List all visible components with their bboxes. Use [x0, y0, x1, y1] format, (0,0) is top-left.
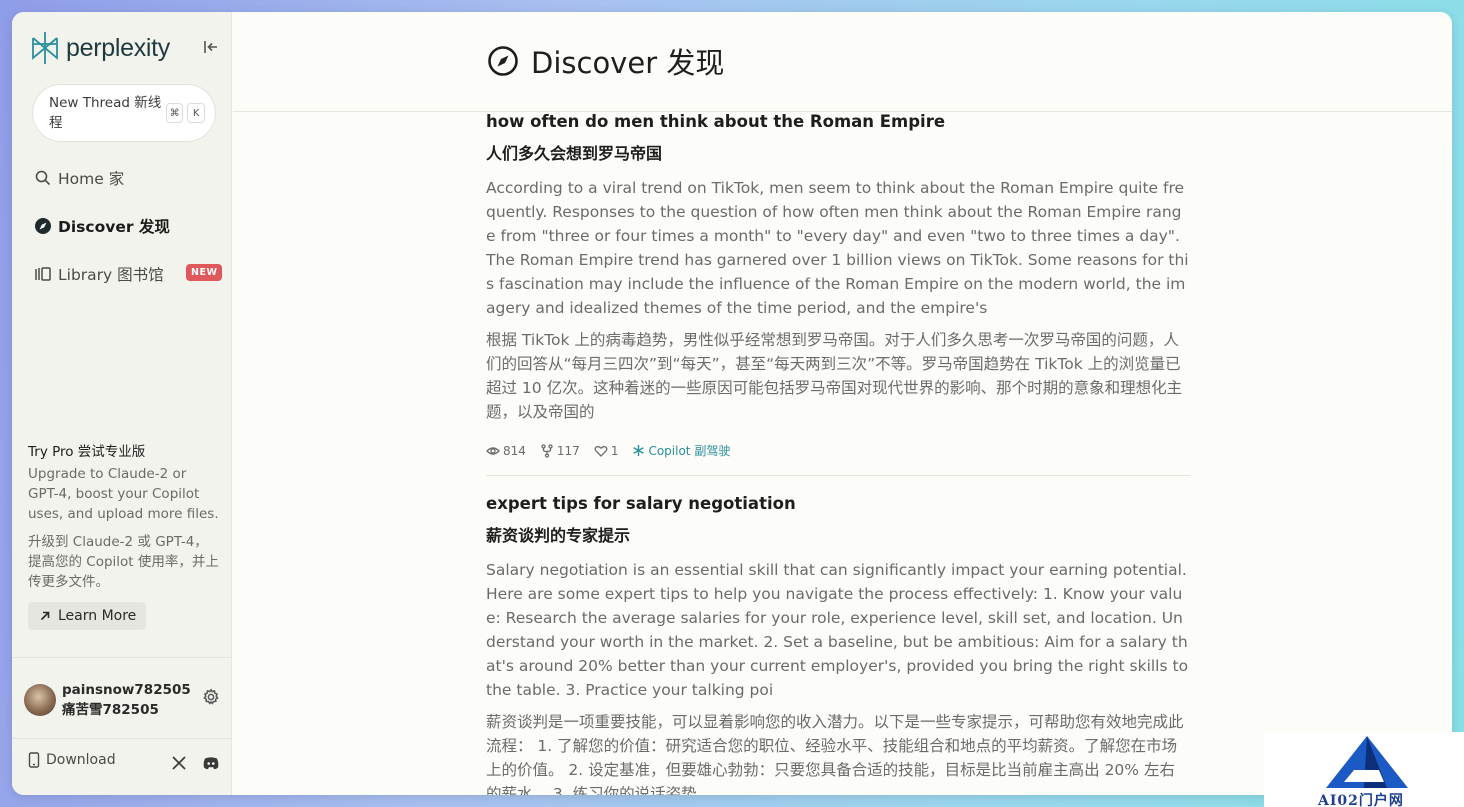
card-title-zh: 薪资谈判的专家提示 [486, 526, 631, 545]
forks-count: 117 [556, 443, 580, 458]
app-name: perplexity [66, 33, 170, 62]
avatar [24, 684, 56, 716]
arrow-up-right-icon [40, 611, 50, 621]
collapse-sidebar-icon[interactable] [202, 38, 220, 56]
page-title: Discover 发现 [487, 40, 724, 82]
watermark-logo-icon [1326, 736, 1408, 788]
sidebar-item-home[interactable]: Home 家 [34, 166, 124, 190]
new-badge: NEW [186, 264, 223, 281]
likes-stat[interactable]: 1 [594, 443, 619, 458]
card-summary-zh: 薪资谈判是一项重要技能，可以显着影响您的收入潜力。以下是一些专家提示，可帮助您有… [486, 713, 1184, 795]
promo-title: Try Pro 尝试专业版 [28, 444, 146, 460]
new-thread-label: New Thread 新线程 [49, 95, 162, 131]
perplexity-logo-icon [32, 32, 58, 64]
sidebar-item-label: Discover 发现 [58, 218, 170, 236]
app-window: perplexity New Thread 新线程 ⌘ K Home 家 Dis… [12, 12, 1452, 795]
user-name: painsnow782505 痛苦雪782505 [62, 682, 191, 718]
views-count: 814 [503, 443, 526, 458]
main-content: Discover 发现 how often do men think about… [233, 12, 1452, 795]
card-summary-en: According to a viral trend on TikTok, me… [486, 179, 1189, 317]
page-header: Discover 发现 [233, 12, 1452, 112]
card-summary-zh: 根据 TikTok 上的病毒趋势，男性似乎经常想到罗马帝国。对于人们多久思考一次… [486, 331, 1183, 421]
copilot-asterisk-icon [633, 444, 645, 457]
x-twitter-icon[interactable] [170, 754, 188, 772]
library-icon [35, 267, 51, 281]
mobile-icon [28, 752, 40, 768]
sidebar-item-discover[interactable]: Discover 发现 [34, 214, 170, 238]
feed-card[interactable]: expert tips for salary negotiation 薪资谈判的… [486, 494, 1190, 795]
discord-icon[interactable] [202, 754, 220, 772]
logo[interactable]: perplexity [30, 30, 170, 66]
forks-stat: 117 [540, 444, 580, 458]
watermark-text: AI02门户网 [1318, 793, 1404, 807]
shortcut-cmd-key: ⌘ [165, 103, 184, 123]
learn-more-button[interactable]: Learn More [28, 602, 147, 630]
gear-icon[interactable] [202, 688, 220, 706]
likes-count: 1 [610, 443, 619, 458]
sidebar-item-label: Library 图书馆 [58, 266, 164, 284]
card-title-zh: 人们多久会想到罗马帝国 [486, 144, 663, 163]
new-thread-button[interactable]: New Thread 新线程 ⌘ K [32, 84, 216, 142]
download-button[interactable]: Download [28, 752, 116, 768]
pro-promo: Try Pro 尝试专业版 Upgrade to Claude-2 or GPT… [28, 440, 220, 630]
compass-icon [35, 218, 51, 234]
compass-icon [488, 46, 518, 76]
sidebar: perplexity New Thread 新线程 ⌘ K Home 家 Dis… [12, 12, 232, 795]
page-title-text: Discover 发现 [531, 46, 725, 80]
copilot-label: Copilot 副驾驶 [648, 444, 731, 458]
promo-text-zh: 升级到 Claude-2 或 GPT-4，提高您的 Copilot 使用率，并上… [28, 534, 219, 590]
card-title-en[interactable]: how often do men think about the Roman E… [486, 112, 1190, 132]
shortcut-k-key: K [187, 103, 205, 123]
user-profile[interactable]: painsnow782505 痛苦雪782505 [24, 680, 204, 720]
sidebar-item-library[interactable]: Library 图书馆 [34, 262, 164, 286]
site-watermark: AI02门户网 [1264, 732, 1464, 807]
copilot-tag: Copilot 副驾驶 [632, 442, 730, 459]
sidebar-divider [12, 657, 232, 658]
views-stat: 814 [486, 444, 526, 458]
card-divider [486, 475, 1190, 476]
feed-card[interactable]: how often do men think about the Roman E… [486, 112, 1190, 459]
fork-icon [541, 443, 553, 458]
card-stats: 814 117 1 Copilot 副驾驶 [486, 442, 1190, 459]
card-summary-en: Salary negotiation is an essential skill… [486, 561, 1189, 699]
card-title-en[interactable]: expert tips for salary negotiation [486, 494, 1190, 514]
download-label: Download [46, 752, 116, 768]
heart-icon [594, 445, 608, 457]
sidebar-divider [12, 738, 232, 739]
eye-icon [486, 446, 500, 455]
search-icon [35, 170, 51, 186]
discover-feed: how often do men think about the Roman E… [486, 112, 1190, 795]
learn-more-label: Learn More [58, 608, 137, 624]
sidebar-item-label: Home 家 [58, 170, 125, 188]
promo-text-en: Upgrade to Claude-2 or GPT-4, boost your… [28, 466, 219, 522]
